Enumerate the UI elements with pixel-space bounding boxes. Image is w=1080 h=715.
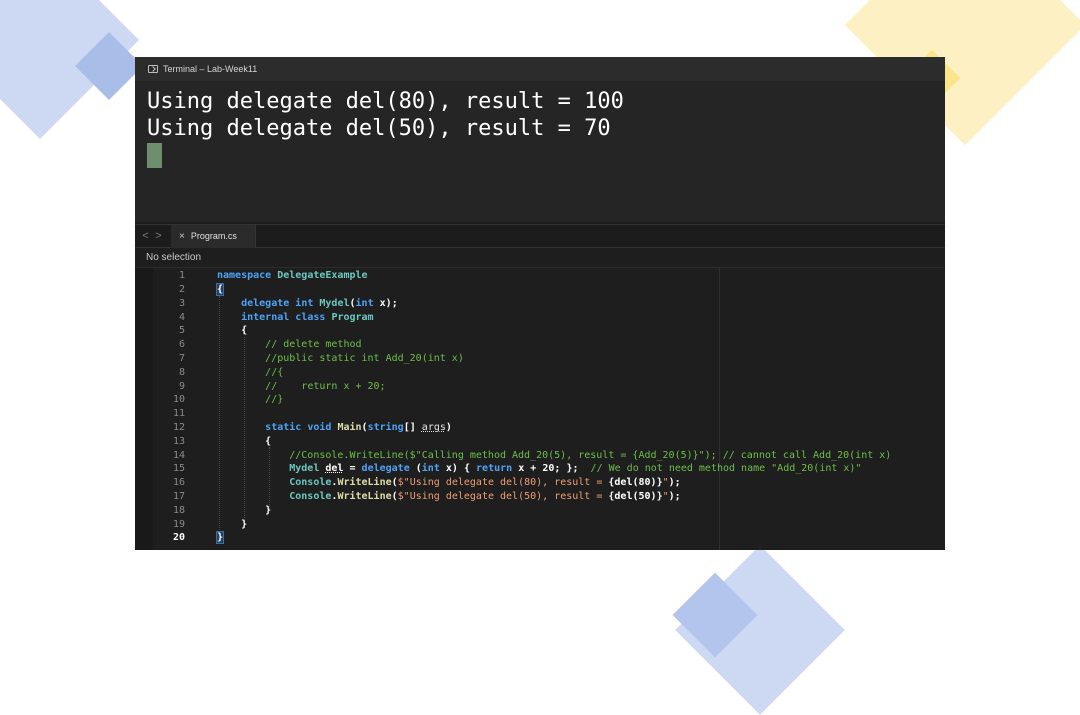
close-icon[interactable]: × [179, 231, 185, 242]
terminal-icon [148, 65, 158, 73]
line-number: 9 [178, 381, 185, 392]
code-line: //public static int Add_20(int x) [265, 353, 464, 364]
code-line: { [241, 325, 248, 336]
code-line: Console.WriteLine($"Using delegate del(5… [289, 491, 681, 502]
line-number: 6 [178, 339, 185, 350]
line-number: 15 [172, 463, 185, 474]
line-number: 1 [178, 270, 185, 281]
code-line: } [215, 531, 225, 544]
line-number: 2 [178, 284, 185, 295]
terminal-line: Using delegate del(50), result = 70 [147, 116, 611, 141]
code-line: static void Main(string[] args) [265, 422, 452, 433]
ide-window: Terminal – Lab-Week11 Using delegate del… [135, 57, 945, 550]
line-number: 11 [172, 408, 185, 419]
selection-status: No selection [135, 248, 945, 268]
line-number-active: 20 [172, 532, 185, 543]
column-guide [719, 268, 720, 550]
editor-tab-bar: < > × Program.cs [135, 224, 945, 248]
code-line: // delete method [265, 339, 362, 350]
line-number: 7 [178, 353, 185, 364]
line-number: 3 [178, 298, 185, 309]
code-line: // return x + 20; [265, 381, 386, 392]
line-number: 8 [178, 367, 185, 378]
code-editor[interactable]: 1 2 3 4 5 6 7 8 9 10 11 12 13 14 15 16 1… [135, 268, 945, 550]
code-line: Mydel del = delegate (int x) { return x … [289, 463, 862, 474]
code-line: { [215, 283, 225, 296]
line-number: 5 [178, 325, 185, 336]
line-number: 17 [172, 491, 185, 502]
line-number: 12 [172, 422, 185, 433]
tab-program-cs[interactable]: × Program.cs [171, 224, 256, 248]
code-line: //Console.WriteLine($"Calling method Add… [289, 450, 892, 461]
terminal-title: Terminal – Lab-Week11 [163, 64, 258, 74]
code-line: internal class Program [241, 312, 374, 323]
line-number: 10 [172, 394, 185, 405]
code-line: delegate int Mydel(int x); [241, 298, 398, 309]
nav-back-button[interactable]: < [139, 230, 152, 242]
line-number: 13 [172, 436, 185, 447]
terminal-cursor [147, 143, 162, 168]
line-number: 18 [172, 505, 185, 516]
line-number: 4 [178, 312, 185, 323]
code-line: } [265, 505, 272, 516]
code-line: //{ [265, 367, 284, 378]
code-line: //} [265, 394, 284, 405]
line-number: 19 [172, 519, 185, 530]
code-line: Console.WriteLine($"Using delegate del(8… [289, 477, 681, 488]
terminal-output[interactable]: Using delegate del(80), result = 100 Usi… [135, 81, 945, 222]
code-line: namespace DelegateExample [217, 270, 368, 281]
tab-label: Program.cs [190, 231, 237, 241]
line-number: 14 [172, 450, 185, 461]
terminal-line: Using delegate del(80), result = 100 [147, 89, 624, 114]
code-line: { [265, 436, 272, 447]
nav-forward-button[interactable]: > [152, 230, 165, 242]
terminal-titlebar: Terminal – Lab-Week11 [135, 57, 945, 81]
line-number: 16 [172, 477, 185, 488]
editor-gutter [135, 268, 153, 550]
code-line: } [241, 519, 248, 530]
